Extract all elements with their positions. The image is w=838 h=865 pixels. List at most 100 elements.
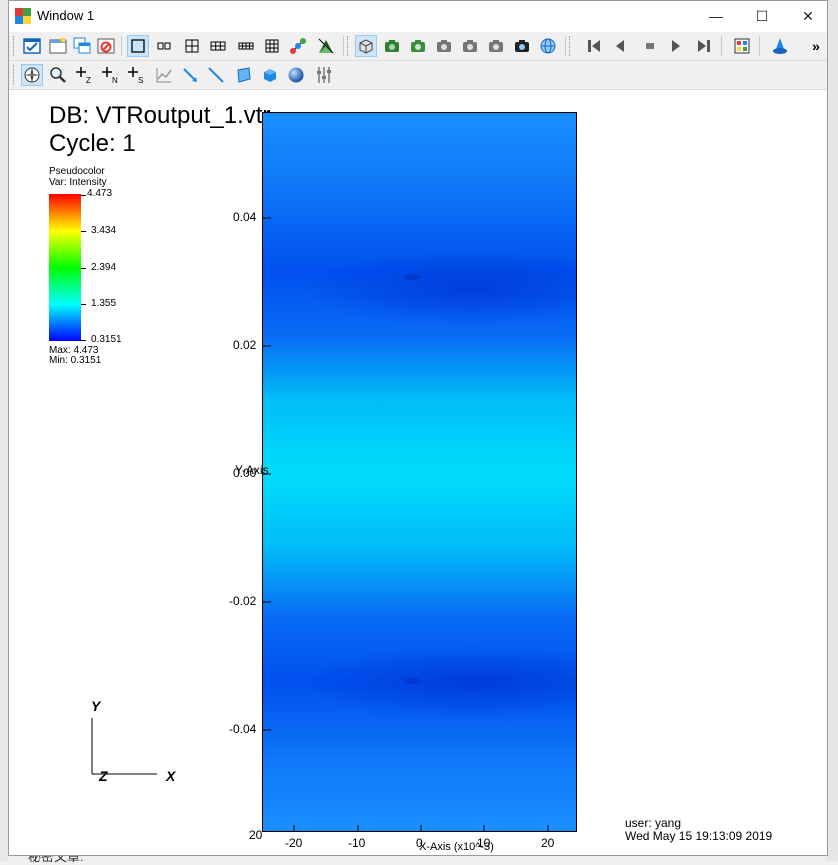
color-table-button[interactable] [731, 35, 753, 57]
palette-icon [734, 38, 750, 54]
x-axis-title: X-Axis (x10^-3) [419, 841, 494, 853]
lock-tools-button[interactable] [315, 35, 337, 57]
help-button[interactable] [769, 35, 791, 57]
layout-2x3-icon [210, 41, 226, 51]
legend-tick-label: 2.394 [91, 262, 117, 273]
svg-text:N: N [112, 76, 118, 84]
box-tool-button[interactable] [259, 64, 281, 86]
toolbar-grip[interactable] [347, 36, 351, 56]
legend-tick-label: 0.3151 [91, 334, 122, 345]
corner-label: 20 [249, 828, 263, 842]
new-window-button[interactable] [47, 35, 69, 57]
play-button[interactable] [665, 35, 687, 57]
plane-tool-button[interactable] [233, 64, 255, 86]
triad-x-label: X [166, 768, 176, 784]
app-icon [15, 8, 31, 24]
save-view-button[interactable] [433, 35, 455, 57]
camera-flash-button[interactable] [511, 35, 533, 57]
last-frame-button[interactable] [693, 35, 715, 57]
legend-tick [81, 231, 86, 232]
camera-options-button[interactable] [485, 35, 507, 57]
active-window-button[interactable] [21, 35, 43, 57]
x-tick-label: 20 [541, 836, 555, 850]
skip-back-icon [588, 40, 600, 52]
minimize-button[interactable]: — [693, 1, 739, 31]
zoom-mode-button[interactable] [47, 64, 69, 86]
cube-icon [264, 69, 276, 82]
camera-undo-icon [411, 40, 425, 52]
delete-window-icon [97, 38, 115, 54]
desktop-left-strip [0, 0, 8, 861]
spin-mode-button[interactable] [537, 35, 559, 57]
recenter-button[interactable] [381, 35, 403, 57]
maximize-button[interactable]: ☐ [739, 1, 785, 31]
legend-tick [81, 268, 86, 269]
legend-tick [81, 304, 86, 305]
previous-frame-button[interactable] [609, 35, 631, 57]
zone-pick-icon: Z [76, 67, 91, 84]
legend-tick [81, 340, 86, 341]
toolbar-separator [759, 36, 760, 56]
legend-tick-label: 4.473 [87, 188, 113, 199]
first-frame-button[interactable] [583, 35, 605, 57]
stop-icon [646, 43, 654, 49]
toolbar-separator [721, 36, 722, 56]
svg-text:Z: Z [86, 76, 91, 84]
undo-view-button[interactable] [407, 35, 429, 57]
delete-window-button[interactable] [95, 35, 117, 57]
layout-3x3-button[interactable] [261, 35, 283, 57]
lineout-button[interactable] [205, 64, 227, 86]
legend-color-bar [49, 194, 81, 341]
tool-settings-button[interactable] [313, 64, 335, 86]
legend-variable: Var: Intensity [49, 177, 107, 188]
layout-1x1-button[interactable] [127, 35, 149, 57]
toolbar-grip[interactable] [13, 65, 17, 85]
pick-mode-button[interactable] [179, 64, 201, 86]
layout-2x2-icon [185, 39, 199, 53]
layout-2x2-button[interactable] [181, 35, 203, 57]
mode-toolbar: Z N S [9, 61, 827, 90]
cycle-label: Cycle: 1 [49, 130, 136, 157]
cube-outline-icon [359, 39, 373, 54]
compass-icon [24, 67, 40, 83]
choose-view-button[interactable] [459, 35, 481, 57]
layout-1x2-icon [157, 42, 171, 50]
globe-icon [540, 38, 556, 54]
close-button[interactable]: ✕ [785, 1, 831, 31]
lock-view-button[interactable] [287, 35, 309, 57]
toolbar-grip[interactable] [569, 36, 573, 56]
zone-pick-button[interactable]: Z [73, 64, 95, 86]
visit-window: Window 1 — ☐ ✕ » Z N S DB: VTRoutput_1.v… [8, 0, 828, 856]
new-window-icon [49, 37, 67, 54]
stop-button[interactable] [639, 35, 661, 57]
layout-1x2-button[interactable] [153, 35, 175, 57]
x-tick-label: -10 [348, 836, 366, 850]
pseudocolor-plot-area[interactable] [262, 112, 577, 832]
node-pick-button[interactable]: N [99, 64, 121, 86]
legend-min: Min: 0.3151 [49, 355, 102, 366]
spreadsheet-pick-icon: S [128, 67, 143, 84]
sphere-tool-button[interactable] [285, 64, 307, 86]
checked-window-icon [23, 38, 41, 54]
render-viewport[interactable]: DB: VTRoutput_1.vtr Cycle: 1 Pseudocolor… [9, 91, 827, 855]
toolbar-grip[interactable] [13, 36, 17, 56]
navigate-mode-button[interactable] [21, 64, 43, 86]
spreadsheet-pick-button[interactable]: S [125, 64, 147, 86]
y-tick-label: 0.04 [233, 210, 257, 224]
curve-pick-button[interactable] [153, 64, 175, 86]
y-tick-label: -0.04 [229, 722, 257, 736]
plane-icon [237, 67, 251, 83]
layout-1x1-icon [131, 39, 145, 53]
y-tick-label: 0.02 [233, 338, 257, 352]
sphere-icon [288, 67, 304, 83]
view-3d-button[interactable] [355, 35, 377, 57]
node-pick-icon: N [102, 67, 118, 84]
pointer-icon [183, 68, 197, 82]
title-bar[interactable]: Window 1 — ☐ ✕ [9, 1, 827, 31]
layout-2x4-button[interactable] [235, 35, 257, 57]
clone-window-button[interactable] [71, 35, 93, 57]
layout-2x3-button[interactable] [207, 35, 229, 57]
legend-plot-type: Pseudocolor [49, 166, 105, 177]
toolbar-overflow-button[interactable]: » [805, 35, 827, 57]
svg-text:S: S [138, 76, 143, 84]
